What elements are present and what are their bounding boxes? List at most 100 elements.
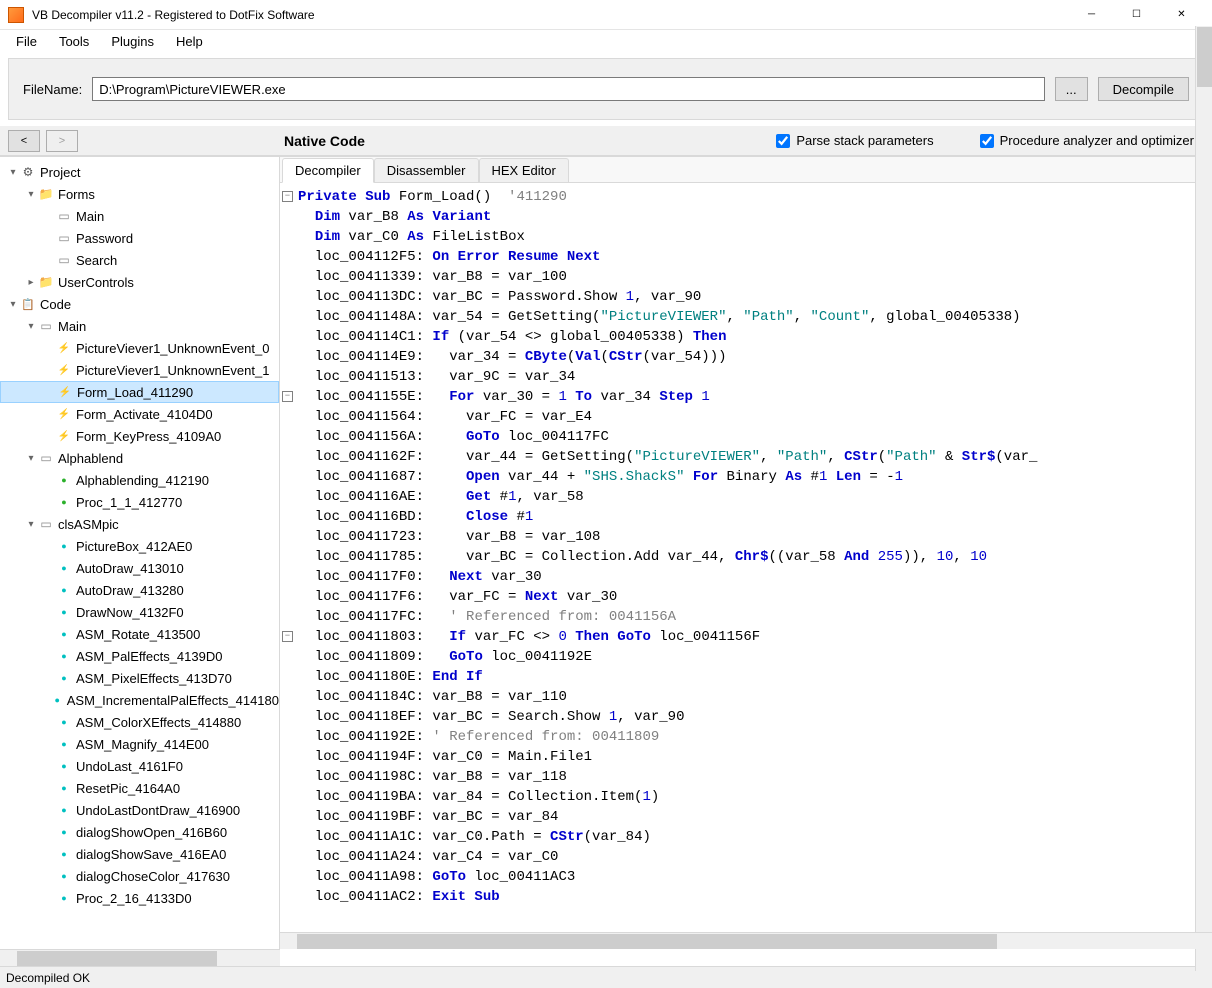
tree-label: Form_KeyPress_4109A0 xyxy=(76,429,221,444)
tree-meth-y-icon xyxy=(56,362,72,378)
code-line: loc_0041192E: ' Referenced from: 0041180… xyxy=(298,727,1212,747)
tree-node[interactable]: PictureViever1_UnknownEvent_0 xyxy=(0,337,279,359)
tree-twisty-icon[interactable]: ▾ xyxy=(24,519,38,530)
tree-node[interactable]: ASM_PixelEffects_413D70 xyxy=(0,667,279,689)
procedure-analyzer-check-input[interactable] xyxy=(980,134,994,148)
parse-stack-checkbox[interactable]: Parse stack parameters xyxy=(776,133,933,148)
procedure-analyzer-checkbox[interactable]: Procedure analyzer and optimizer xyxy=(980,133,1194,148)
tree-node[interactable]: PictureBox_412AE0 xyxy=(0,535,279,557)
tree-node[interactable]: ASM_PalEffects_4139D0 xyxy=(0,645,279,667)
file-panel: FileName: ... Decompile xyxy=(8,58,1204,120)
close-button[interactable]: ✕ xyxy=(1159,1,1204,29)
tree-node[interactable]: dialogShowOpen_416B60 xyxy=(0,821,279,843)
tree-node[interactable]: dialogShowSave_416EA0 xyxy=(0,843,279,865)
fold-toggle-icon[interactable]: − xyxy=(282,391,293,402)
tree-module-icon xyxy=(38,318,54,334)
filename-label: FileName: xyxy=(23,82,82,97)
menu-file[interactable]: File xyxy=(6,32,47,51)
code-line: loc_004113DC: var_BC = Password.Show 1, … xyxy=(298,287,1212,307)
tree-meth-c-icon xyxy=(56,868,72,884)
filename-input[interactable] xyxy=(92,77,1044,101)
tree-node[interactable]: Alphablending_412190 xyxy=(0,469,279,491)
toolbar: < > Native Code Parse stack parameters P… xyxy=(0,126,1212,156)
code-line: loc_00411AC2: Exit Sub xyxy=(298,887,1212,907)
code-line: loc_0041156A: GoTo loc_004117FC xyxy=(298,427,1212,447)
menu-plugins[interactable]: Plugins xyxy=(101,32,164,51)
code-line: loc_00411A1C: var_C0.Path = CStr(var_84) xyxy=(298,827,1212,847)
tree-twisty-icon[interactable]: ▾ xyxy=(24,321,38,332)
tree-meth-c-icon xyxy=(56,780,72,796)
tree-node[interactable]: Form_KeyPress_4109A0 xyxy=(0,425,279,447)
tree-hscrollbar[interactable] xyxy=(0,949,280,966)
tree-node[interactable]: dialogChoseColor_417630 xyxy=(0,865,279,887)
code-hscrollbar[interactable] xyxy=(280,932,1212,949)
tree-meth-y-icon xyxy=(56,340,72,356)
nav-forward-button[interactable]: > xyxy=(46,130,78,152)
tree-node[interactable]: Proc_2_16_4133D0 xyxy=(0,887,279,909)
tree-twisty-icon[interactable]: ▾ xyxy=(24,453,38,464)
tree-module-icon xyxy=(38,450,54,466)
decompile-button[interactable]: Decompile xyxy=(1098,77,1189,101)
tree-meth-g-icon xyxy=(56,472,72,488)
tab-hex-editor[interactable]: HEX Editor xyxy=(479,158,569,182)
tree-meth-c-icon xyxy=(56,890,72,906)
tab-decompiler[interactable]: Decompiler xyxy=(282,158,374,183)
tree-node[interactable]: AutoDraw_413010 xyxy=(0,557,279,579)
minimize-button[interactable]: ─ xyxy=(1069,1,1114,29)
tree-twisty-icon[interactable]: ▸ xyxy=(24,277,38,288)
tree-label: Alphablending_412190 xyxy=(76,473,209,488)
tree-node[interactable]: Search xyxy=(0,249,279,271)
tree-meth-g-icon xyxy=(56,494,72,510)
code-line: loc_00411A24: var_C4 = var_C0 xyxy=(298,847,1212,867)
tree-node[interactable]: Proc_1_1_412770 xyxy=(0,491,279,513)
tree-node[interactable]: ASM_Rotate_413500 xyxy=(0,623,279,645)
tree-node[interactable]: ▾Main xyxy=(0,315,279,337)
tree-node[interactable]: ResetPic_4164A0 xyxy=(0,777,279,799)
tree-label: AutoDraw_413280 xyxy=(76,583,184,598)
tree-label: AutoDraw_413010 xyxy=(76,561,184,576)
tree-node[interactable]: ▸📁UserControls xyxy=(0,271,279,293)
tree-node[interactable]: Main xyxy=(0,205,279,227)
status-text: Decompiled OK xyxy=(6,971,90,985)
tree-node[interactable]: ▾clsASMpic xyxy=(0,513,279,535)
parse-stack-check-input[interactable] xyxy=(776,134,790,148)
tree-node[interactable]: ▾Alphablend xyxy=(0,447,279,469)
nav-back-button[interactable]: < xyxy=(8,130,40,152)
tree-label: ASM_Magnify_414E00 xyxy=(76,737,209,752)
tree-node[interactable]: DrawNow_4132F0 xyxy=(0,601,279,623)
status-bar: Decompiled OK xyxy=(0,966,1212,988)
code-vscrollbar[interactable] xyxy=(1195,157,1212,949)
tree-node[interactable]: ASM_ColorXEffects_414880 xyxy=(0,711,279,733)
tree-node[interactable]: Form_Activate_4104D0 xyxy=(0,403,279,425)
fold-toggle-icon[interactable]: − xyxy=(282,191,293,202)
tree-label: ASM_IncrementalPalEffects_414180 xyxy=(67,693,279,708)
code-line: loc_00411A98: GoTo loc_00411AC3 xyxy=(298,867,1212,887)
tree-panel[interactable]: ▾Project▾📁Forms Main PasswordSearch▸📁UserC… xyxy=(0,157,280,949)
tree-node[interactable]: UndoLast_4161F0 xyxy=(0,755,279,777)
tree-node[interactable]: ASM_Magnify_414E00 xyxy=(0,733,279,755)
tree-node[interactable]: UndoLastDontDraw_416900 xyxy=(0,799,279,821)
tree-label: ASM_PalEffects_4139D0 xyxy=(76,649,222,664)
tree-twisty-icon[interactable]: ▾ xyxy=(6,299,20,310)
tree-node[interactable]: ASM_IncrementalPalEffects_414180 xyxy=(0,689,279,711)
code-line: loc_0041184C: var_B8 = var_110 xyxy=(298,687,1212,707)
code-area[interactable]: −−−Private Sub Form_Load() '411290 Dim v… xyxy=(280,183,1212,932)
tree-node[interactable]: ▾Project xyxy=(0,161,279,183)
tree-node[interactable]: ▾📁Forms xyxy=(0,183,279,205)
tree-twisty-icon[interactable]: ▾ xyxy=(6,167,20,178)
menu-tools[interactable]: Tools xyxy=(49,32,99,51)
tree-node[interactable]: AutoDraw_413280 xyxy=(0,579,279,601)
tree-meth-c-icon xyxy=(56,560,72,576)
tree-node[interactable]: PictureViever1_UnknownEvent_1 xyxy=(0,359,279,381)
tree-node[interactable]: Password xyxy=(0,227,279,249)
fold-toggle-icon[interactable]: − xyxy=(282,631,293,642)
tree-label: Main xyxy=(76,209,104,224)
tree-meth-c-icon xyxy=(56,714,72,730)
tree-node[interactable]: Form_Load_411290 xyxy=(0,381,279,403)
tab-disassembler[interactable]: Disassembler xyxy=(374,158,479,182)
browse-button[interactable]: ... xyxy=(1055,77,1088,101)
maximize-button[interactable]: ☐ xyxy=(1114,1,1159,29)
tree-twisty-icon[interactable]: ▾ xyxy=(24,189,38,200)
tree-node[interactable]: ▾Code xyxy=(0,293,279,315)
menu-help[interactable]: Help xyxy=(166,32,213,51)
